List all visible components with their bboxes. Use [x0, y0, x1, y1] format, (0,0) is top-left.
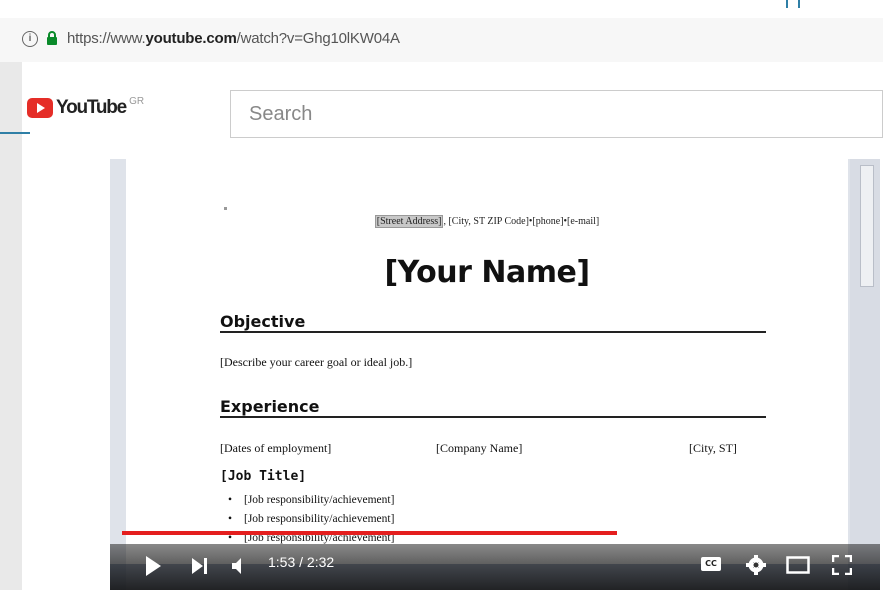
- theater-mode-icon[interactable]: [786, 556, 810, 574]
- time-display: 1:53 / 2:32: [268, 554, 335, 570]
- lock-icon[interactable]: [46, 31, 58, 46]
- document-page: [Street Address], [City, ST ZIP Code]•[p…: [126, 159, 848, 590]
- url-text[interactable]: https://www.youtube.com/watch?v=Ghg10lKW…: [67, 30, 400, 47]
- search-input[interactable]: Search: [230, 90, 883, 138]
- browser-top-strip: [0, 0, 883, 19]
- info-icon[interactable]: i: [22, 31, 38, 47]
- progress-bar[interactable]: [122, 531, 800, 535]
- progress-fill: [122, 531, 617, 535]
- document-scrollbar: [850, 159, 880, 590]
- left-window-pane: [0, 62, 22, 590]
- job-title: [Job Title]: [220, 469, 307, 484]
- url-path: /watch?v=Ghg10lKW04A: [236, 30, 400, 47]
- page-mark: [224, 207, 227, 210]
- address-bar[interactable]: i https://www.youtube.com/watch?v=Ghg10l…: [0, 18, 883, 63]
- address-line: [Street Address], [City, ST ZIP Code]•[p…: [126, 215, 848, 228]
- subtitles-icon[interactable]: CC: [701, 557, 721, 571]
- region-code: GR: [129, 96, 145, 107]
- objective-text: [Describe your career goal or ideal job.…: [220, 355, 413, 369]
- scrollbar-thumb: [860, 165, 874, 287]
- window-edge-marker: [798, 0, 800, 8]
- youtube-header: YouTube GR Search: [22, 62, 883, 159]
- player-controls: 1:53 / 2:32 CC: [110, 544, 880, 590]
- objective-heading: Objective: [220, 312, 766, 333]
- window-edge-marker: [786, 0, 788, 8]
- window-edge-line: [0, 132, 30, 134]
- street-address-field: [Street Address]: [374, 215, 444, 228]
- list-item: [Job responsibility/achievement]: [228, 513, 394, 525]
- volume-icon[interactable]: [230, 556, 250, 576]
- job-city: [City, ST]: [689, 441, 737, 455]
- youtube-logo[interactable]: YouTube GR: [27, 96, 145, 118]
- address-rest: , [City, ST ZIP Code]•[phone]•[e-mail]: [443, 216, 600, 227]
- next-icon[interactable]: [190, 556, 210, 576]
- experience-heading: Experience: [220, 397, 766, 418]
- video-player[interactable]: [Street Address], [City, ST ZIP Code]•[p…: [110, 159, 880, 590]
- settings-gear-icon[interactable]: [746, 555, 766, 575]
- url-prefix: https://www.: [67, 30, 146, 47]
- company-name: [Company Name]: [436, 441, 523, 455]
- youtube-play-logo-icon: [27, 98, 53, 118]
- play-icon[interactable]: [144, 555, 162, 577]
- youtube-wordmark: YouTube: [56, 97, 127, 118]
- resume-name: [Your Name]: [384, 255, 590, 290]
- fullscreen-icon[interactable]: [832, 555, 852, 575]
- search-placeholder: Search: [249, 103, 313, 125]
- url-domain: youtube.com: [145, 30, 237, 47]
- list-item: [Job responsibility/achievement]: [228, 494, 394, 506]
- dates-of-employment: [Dates of employment]: [220, 441, 332, 455]
